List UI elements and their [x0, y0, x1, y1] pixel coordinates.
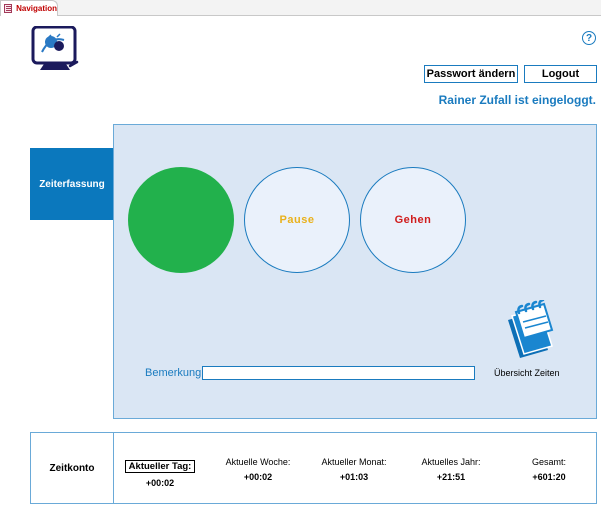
tab-navigation[interactable]: Navigation — [0, 0, 58, 16]
account-week: Aktuelle Woche: +00:02 — [213, 456, 303, 482]
account-year: Aktuelles Jahr: +21:51 — [406, 456, 496, 482]
account-day-value: +00:02 — [145, 478, 175, 488]
remark-input[interactable] — [202, 366, 475, 380]
account-week-value: +00:02 — [243, 472, 273, 482]
gehen-button[interactable]: Gehen — [360, 167, 466, 273]
remark-label: Bemerkung: — [145, 367, 205, 379]
account-month: Aktueller Monat: +01:03 — [309, 456, 399, 482]
account-total-label[interactable]: Gesamt: — [504, 456, 594, 468]
account-week-label[interactable]: Aktuelle Woche: — [213, 456, 303, 468]
account-month-value: +01:03 — [339, 472, 369, 482]
calendar-icon[interactable] — [502, 300, 554, 362]
pause-button[interactable]: Pause — [244, 167, 350, 273]
account-day-label[interactable]: Aktueller Tag: — [124, 460, 196, 473]
account-day: Aktueller Tag: +00:02 — [115, 456, 205, 488]
change-password-button[interactable]: Passwort ändern — [424, 65, 518, 83]
nav-tab-zeiterfassung[interactable]: Zeiterfassung — [30, 148, 114, 220]
document-tab-strip: Navigation — [0, 0, 601, 16]
logout-button[interactable]: Logout — [524, 65, 597, 83]
account-year-value: +21:51 — [436, 472, 466, 482]
form-icon — [4, 4, 13, 13]
kommen-button[interactable] — [128, 167, 234, 273]
account-year-label[interactable]: Aktuelles Jahr: — [406, 456, 496, 468]
account-total-value: +601:20 — [532, 472, 566, 482]
account-total: Gesamt: +601:20 — [504, 456, 594, 482]
account-month-label[interactable]: Aktueller Monat: — [309, 456, 399, 468]
nav-tab-zeitkonto[interactable]: Zeitkonto — [30, 432, 114, 504]
logged-in-status: Rainer Zufall ist eingeloggt. — [438, 93, 596, 107]
company-logo — [31, 26, 79, 70]
help-icon[interactable]: ? — [582, 31, 596, 45]
overview-times-label[interactable]: Übersicht Zeiten — [494, 368, 560, 378]
tab-navigation-label: Navigation — [16, 4, 57, 13]
